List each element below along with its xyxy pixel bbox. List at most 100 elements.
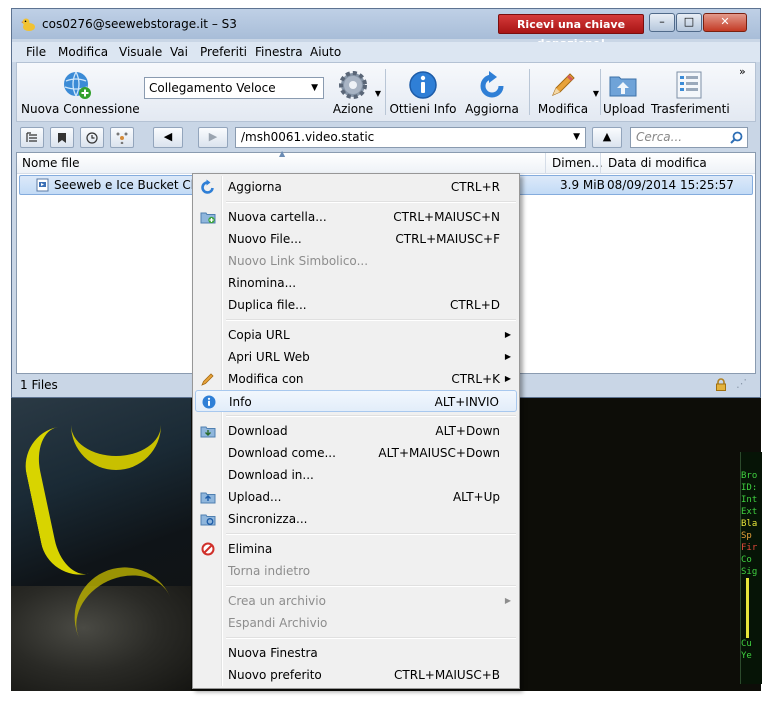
title-bar[interactable]: cos0276@seewebstorage.it – S3 Ricevi una… bbox=[12, 9, 760, 50]
file-modified: 08/09/2014 15:25:57 bbox=[607, 178, 734, 192]
menu-item-nuovo-file[interactable]: Nuovo File... CTRL+MAIUSC+F bbox=[195, 228, 517, 250]
menu-item-upload[interactable]: Upload... ALT+Up bbox=[195, 486, 517, 508]
menu-item-rinomina[interactable]: Rinomina... bbox=[195, 272, 517, 294]
menu-item-apri-url-web[interactable]: Apri URL Web ▶ bbox=[195, 346, 517, 368]
panel-spacer bbox=[741, 452, 762, 470]
menu-item-label: Aggiorna bbox=[228, 180, 282, 194]
menu-item-nuovo-link-simbolico: Nuovo Link Simbolico... bbox=[195, 250, 517, 272]
menu-item-sincronizza[interactable]: Sincronizza... bbox=[195, 508, 517, 530]
bonjour-view-button[interactable] bbox=[110, 127, 134, 148]
menu-separator bbox=[226, 533, 516, 535]
menu-item-nuova-finestra[interactable]: Nuova Finestra bbox=[195, 642, 517, 664]
menu-file[interactable]: File bbox=[26, 45, 46, 59]
path-select[interactable]: /msh0061.video.static ▼ bbox=[235, 127, 586, 148]
menu-edit[interactable]: Modifica bbox=[58, 45, 108, 59]
menu-item-shortcut: CTRL+R bbox=[450, 180, 500, 194]
get-info-button[interactable]: Ottieni Info bbox=[389, 63, 457, 121]
submenu-arrow-icon: ▶ bbox=[504, 374, 511, 383]
menu-window[interactable]: Finestra bbox=[255, 45, 303, 59]
refresh-icon bbox=[480, 71, 504, 98]
menu-item-label: Duplica file... bbox=[228, 298, 307, 312]
menu-item-aggiorna[interactable]: Aggiorna CTRL+R bbox=[195, 176, 517, 198]
transfers-list-icon bbox=[676, 71, 702, 99]
toolbar-overflow-button[interactable]: » bbox=[739, 65, 746, 78]
upload-button[interactable]: Upload bbox=[603, 63, 645, 121]
column-name-header[interactable]: Nome file bbox=[22, 156, 79, 170]
menu-item-label: Rinomina... bbox=[228, 276, 297, 290]
menu-item-download-in[interactable]: Download in... bbox=[195, 464, 517, 486]
new-connection-button[interactable]: Nuova Connessione bbox=[21, 63, 140, 121]
parent-directory-button[interactable]: ▲ bbox=[592, 127, 622, 148]
quick-connect-value: Collegamento Veloce bbox=[149, 81, 276, 95]
globe-plus-icon bbox=[64, 71, 91, 99]
menu-item-label: Download come... bbox=[228, 446, 336, 460]
refresh-label: Aggiorna bbox=[465, 102, 519, 116]
resize-grip-icon[interactable]: ⋰ bbox=[736, 377, 747, 390]
minimize-button[interactable]: – bbox=[649, 13, 675, 32]
menu-item-label: Elimina bbox=[228, 542, 273, 556]
refresh-button[interactable]: Aggiorna bbox=[459, 63, 525, 121]
lock-icon bbox=[716, 378, 726, 391]
menu-item-nuova-cartella[interactable]: Nuova cartella... CTRL+MAIUSC+N bbox=[195, 206, 517, 228]
menu-item-shortcut: ALT+Up bbox=[452, 490, 500, 504]
sync-icon bbox=[200, 511, 216, 527]
menu-item-elimina[interactable]: Elimina bbox=[195, 538, 517, 560]
video-file-icon bbox=[36, 178, 49, 192]
column-separator[interactable] bbox=[545, 153, 546, 173]
menu-go[interactable]: Vai bbox=[170, 45, 188, 59]
menu-item-download-come[interactable]: Download come... ALT+MAIUSC+Down bbox=[195, 442, 517, 464]
menu-item-copia-url[interactable]: Copia URL ▶ bbox=[195, 324, 517, 346]
navigation-bar: ◀ ▶ /msh0061.video.static ▼ ▲ Cerca... bbox=[16, 125, 756, 151]
column-separator[interactable] bbox=[600, 153, 601, 173]
menu-item-torna-indietro: Torna indietro bbox=[195, 560, 517, 582]
forward-button[interactable]: ▶ bbox=[198, 127, 228, 148]
panel-line: Int bbox=[741, 495, 758, 505]
menu-item-modifica-con[interactable]: Modifica con CTRL+K ▶ bbox=[195, 368, 517, 390]
chevron-down-icon: ▼ bbox=[311, 83, 318, 93]
up-arrow-icon: ▲ bbox=[602, 130, 612, 143]
refresh-icon bbox=[200, 179, 216, 195]
menu-item-shortcut: CTRL+MAIUSC+B bbox=[394, 668, 500, 682]
submenu-arrow-icon: ▶ bbox=[504, 352, 511, 361]
close-button[interactable]: ✕ bbox=[703, 13, 747, 32]
pencil-icon bbox=[552, 73, 575, 96]
upload-icon bbox=[200, 489, 216, 505]
panel-line: Co bbox=[741, 555, 752, 565]
chevron-down-icon: ▼ bbox=[573, 132, 580, 142]
search-input[interactable]: Cerca... bbox=[630, 127, 748, 148]
menu-item-download[interactable]: Download ALT+Down bbox=[195, 420, 517, 442]
network-icon bbox=[116, 132, 128, 145]
menu-item-duplica-file[interactable]: Duplica file... CTRL+D bbox=[195, 294, 517, 316]
column-size-header[interactable]: Dimen... bbox=[552, 156, 603, 170]
menu-item-label: Espandi Archivio bbox=[228, 616, 328, 630]
menu-item-nuovo-preferito[interactable]: Nuovo preferito CTRL+MAIUSC+B bbox=[195, 664, 517, 686]
menu-bookmarks[interactable]: Preferiti bbox=[200, 45, 247, 59]
bookmark-icon bbox=[58, 133, 66, 143]
panel-line: Ext bbox=[741, 507, 758, 517]
gear-icon bbox=[339, 71, 367, 99]
window-title: cos0276@seewebstorage.it – S3 bbox=[42, 17, 237, 31]
panel-line: Bla bbox=[741, 519, 758, 529]
donation-key-button[interactable]: Ricevi una chiave donazione! bbox=[498, 14, 644, 50]
menu-help[interactable]: Aiuto bbox=[310, 45, 341, 59]
history-view-button[interactable] bbox=[80, 127, 104, 148]
bookmarks-view-button[interactable] bbox=[50, 127, 74, 148]
action-label: Azione bbox=[332, 102, 374, 116]
menu-separator bbox=[226, 637, 516, 639]
browser-view-button[interactable] bbox=[20, 127, 44, 148]
transfers-button[interactable]: Trasferimenti bbox=[651, 63, 730, 121]
toolbar-separator bbox=[385, 69, 386, 115]
action-button[interactable]: Azione ▼ bbox=[327, 63, 381, 121]
edit-button[interactable]: Modifica ▼ bbox=[533, 63, 599, 121]
search-placeholder: Cerca... bbox=[636, 130, 683, 144]
menu-item-info[interactable]: Info ALT+INVIO bbox=[195, 390, 517, 412]
back-button[interactable]: ◀ bbox=[153, 127, 183, 148]
duck-app-icon bbox=[21, 18, 35, 31]
column-modified-header[interactable]: Data di modifica bbox=[608, 156, 707, 170]
menu-separator bbox=[226, 585, 516, 587]
menu-item-label: Nuova Finestra bbox=[228, 646, 318, 660]
quick-connect-select[interactable]: Collegamento Veloce ▼ bbox=[144, 77, 324, 99]
menu-view[interactable]: Visuale bbox=[119, 45, 162, 59]
maximize-button[interactable]: □ bbox=[676, 13, 702, 32]
panel-line: Sp bbox=[741, 531, 752, 541]
